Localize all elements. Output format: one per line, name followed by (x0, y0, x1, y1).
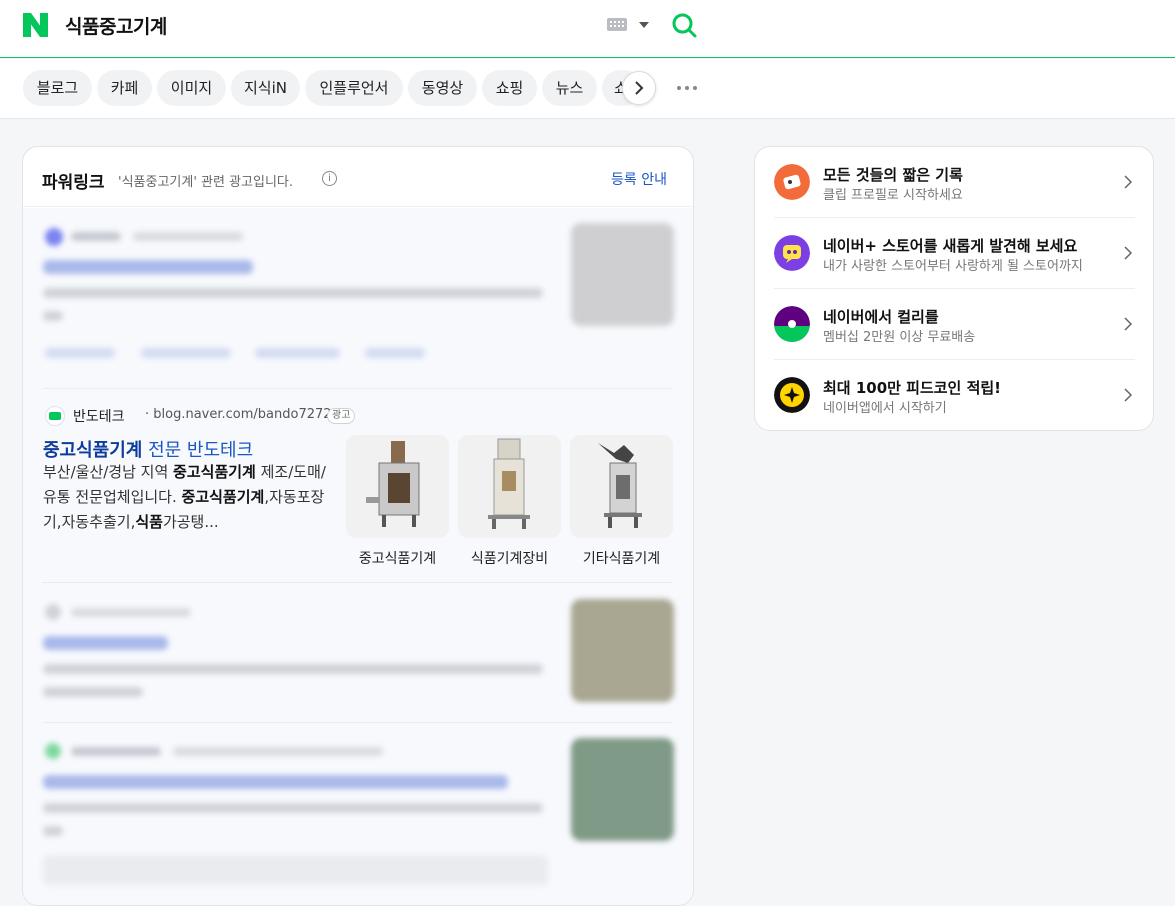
ad-title-rest: 전문 반도테크 (142, 440, 254, 461)
ad-thumbnail-machine-3[interactable] (570, 435, 673, 538)
clip-icon (774, 164, 810, 200)
ad-text-keyword: 중고식품기계 (173, 463, 256, 481)
search-tabs: 블로그 카페 이미지 지식iN 인플루언서 동영상 쇼핑 뉴스 쇼 (0, 59, 1175, 119)
powerlink-section: 파워링크 '식품중고기계' 관련 광고입니다. i 등록 안내 반도테크 · b… (22, 146, 694, 906)
powerlink-header: 파워링크 '식품중고기계' 관련 광고입니다. i 등록 안내 (23, 147, 693, 207)
ad-text-part: 부산/울산/경남 지역 (43, 463, 174, 481)
promo-title: 네이버+ 스토어를 새롭게 발견해 보세요 (823, 237, 1078, 255)
tab-shopping[interactable]: 쇼핑 (482, 70, 537, 106)
blurred-ad[interactable] (43, 723, 675, 905)
store-icon (774, 235, 810, 271)
chevron-right-icon (1124, 388, 1133, 402)
chevron-right-icon (1124, 246, 1133, 260)
divider (42, 582, 672, 583)
keyboard-icon[interactable] (607, 18, 627, 31)
naver-logo[interactable] (23, 13, 48, 37)
ad-thumbnail-label[interactable]: 식품기계장비 (458, 548, 561, 568)
info-icon[interactable]: i (322, 171, 337, 186)
blurred-ad[interactable] (43, 584, 675, 724)
blurred-ad[interactable] (43, 208, 675, 388)
tab-kin[interactable]: 지식iN (231, 70, 300, 106)
blog-favicon-icon (45, 406, 65, 426)
ad-badge: 광고 (327, 408, 356, 424)
promo-subtitle: 클립 프로필로 시작하세요 (823, 188, 963, 203)
ad-text-part: 가공탱... (162, 513, 219, 531)
kurly-icon (774, 306, 810, 342)
ad-text-keyword: 식품 (135, 513, 163, 531)
chevron-right-icon (1124, 317, 1133, 331)
divider (43, 388, 673, 389)
ad-text-keyword: 중고식품기계 (181, 488, 265, 506)
packaging-machine-image (488, 438, 530, 529)
side-promo-panel: 모든 것들의 짧은 기록 클립 프로필로 시작하세요 네이버+ 스토어를 새롭게… (754, 146, 1154, 431)
tab-cafe[interactable]: 카페 (97, 70, 152, 106)
promo-item-coin[interactable]: 최대 100만 피드코인 적립! 네이버앱에서 시작하기 (774, 360, 1135, 431)
tabs-next-button[interactable] (622, 71, 656, 105)
ad-thumbnail-label[interactable]: 기타식품기계 (570, 548, 673, 568)
ad-url[interactable]: · blog.naver.com/bando7272 (145, 407, 332, 422)
ad-thumbnail-machine-2[interactable] (458, 435, 561, 538)
register-guide-link[interactable]: 등록 안내 (611, 169, 667, 189)
ad-description: 부산/울산/경남 지역 중고식품기계 제조/도매/유통 전문업체입니다. 중고식… (43, 460, 333, 535)
powerlink-title: 파워링크 (42, 173, 105, 193)
promo-title: 네이버에서 컬리를 (823, 308, 939, 326)
chevron-right-icon (1124, 175, 1133, 189)
promo-item-store[interactable]: 네이버+ 스토어를 새롭게 발견해 보세요 내가 사랑한 스토어부터 사랑하게 … (774, 218, 1135, 289)
packaging-machine-image (366, 441, 420, 527)
promo-subtitle: 내가 사랑한 스토어부터 사랑하게 될 스토어까지 (823, 259, 1083, 274)
search-query-text[interactable]: 식품중고기계 (65, 12, 167, 39)
ad-site-name[interactable]: 반도테크 (73, 406, 125, 426)
search-header: 식품중고기계 (0, 0, 1175, 58)
promo-item-clip[interactable]: 모든 것들의 짧은 기록 클립 프로필로 시작하세요 (774, 147, 1135, 218)
promo-subtitle: 네이버앱에서 시작하기 (823, 401, 947, 416)
promo-title: 최대 100만 피드코인 적립! (823, 379, 1002, 397)
ad-thumbnail-label[interactable]: 중고식품기계 (346, 548, 449, 568)
ad-title-link[interactable]: 중고식품기계 전문 반도테크 (43, 436, 253, 462)
promo-subtitle: 멤버십 2만원 이상 무료배송 (823, 330, 976, 345)
coin-icon (774, 377, 810, 413)
packaging-machine-image (598, 443, 642, 528)
promo-title: 모든 것들의 짧은 기록 (823, 166, 963, 184)
promo-item-kurly[interactable]: 네이버에서 컬리를 멤버십 2만원 이상 무료배송 (774, 289, 1135, 360)
tab-news[interactable]: 뉴스 (542, 70, 597, 106)
search-icon[interactable] (670, 11, 698, 39)
chevron-down-icon[interactable] (639, 22, 649, 28)
tab-blog[interactable]: 블로그 (23, 70, 92, 106)
ad-title-keyword: 중고식품기계 (43, 440, 143, 461)
tab-influencer[interactable]: 인플루언서 (305, 70, 403, 106)
more-icon[interactable] (677, 86, 697, 90)
tab-image[interactable]: 이미지 (157, 70, 226, 106)
ad-thumbnail-machine-1[interactable] (346, 435, 449, 538)
chevron-right-icon (635, 81, 644, 95)
tab-video[interactable]: 동영상 (408, 70, 477, 106)
powerlink-description: '식품중고기계' 관련 광고입니다. (118, 175, 294, 190)
